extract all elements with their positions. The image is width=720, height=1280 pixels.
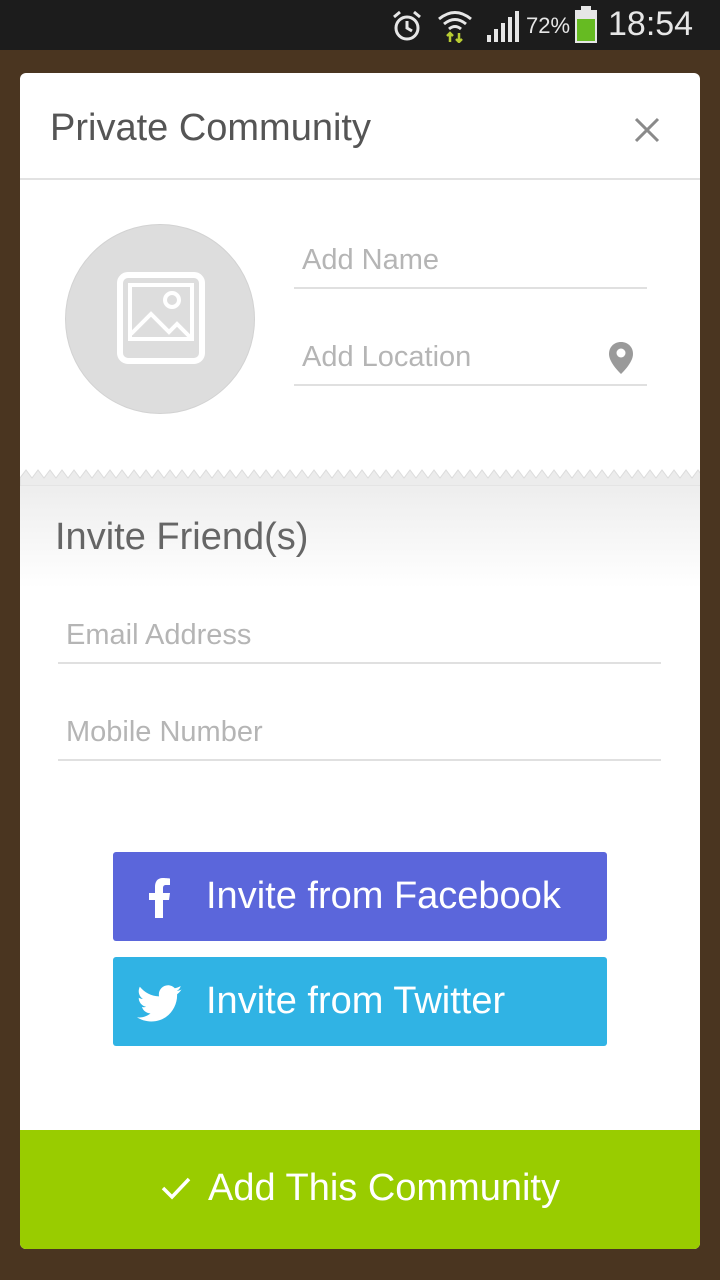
community-image-picker[interactable] bbox=[65, 224, 255, 414]
pin-icon[interactable] bbox=[608, 341, 634, 375]
mobile-field[interactable] bbox=[58, 705, 661, 761]
dialog-header: Private Community bbox=[20, 73, 700, 180]
alarm-icon bbox=[393, 10, 421, 41]
email-field[interactable] bbox=[58, 608, 661, 664]
mobile-input[interactable] bbox=[58, 705, 661, 759]
invite-twitter-button[interactable]: Invite from Twitter bbox=[113, 957, 607, 1046]
invite-title: Invite Friend(s) bbox=[55, 516, 309, 558]
add-community-button[interactable]: Add This Community bbox=[20, 1130, 700, 1249]
private-community-dialog: Private Community Invite Friend(s) bbox=[20, 73, 700, 1249]
check-icon bbox=[161, 1177, 191, 1200]
facebook-icon bbox=[149, 878, 170, 918]
status-bar: 72% 18:54 bbox=[0, 0, 720, 50]
facebook-button-label: Invite from Facebook bbox=[206, 875, 561, 917]
zigzag-divider bbox=[20, 469, 700, 486]
name-input[interactable] bbox=[294, 233, 647, 287]
dialog-title: Private Community bbox=[50, 107, 371, 149]
location-input[interactable] bbox=[294, 330, 647, 384]
image-icon bbox=[117, 272, 205, 364]
email-input[interactable] bbox=[58, 608, 661, 662]
status-time: 18:54 bbox=[608, 5, 694, 43]
location-field[interactable] bbox=[294, 330, 647, 386]
add-community-label: Add This Community bbox=[208, 1167, 560, 1209]
signal-icon bbox=[487, 11, 519, 42]
battery-icon bbox=[575, 6, 597, 43]
battery-percent: 72% bbox=[526, 13, 571, 38]
wifi-icon bbox=[438, 11, 472, 43]
invite-facebook-button[interactable]: Invite from Facebook bbox=[113, 852, 607, 941]
twitter-button-label: Invite from Twitter bbox=[206, 980, 506, 1022]
twitter-icon bbox=[137, 985, 183, 1022]
close-icon[interactable] bbox=[632, 115, 662, 145]
name-field[interactable] bbox=[294, 233, 647, 289]
